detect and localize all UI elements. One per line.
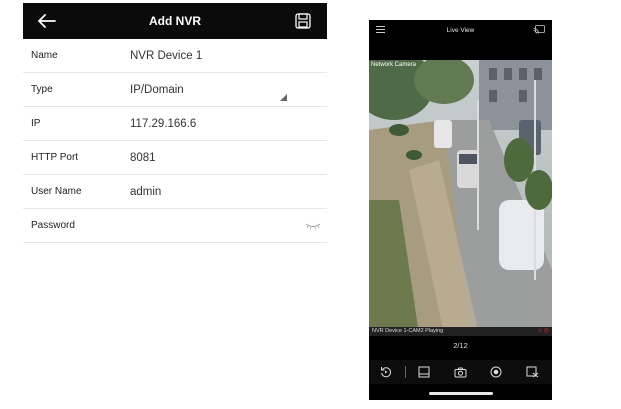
camera-snapshot-icon: [454, 367, 466, 377]
cast-icon[interactable]: [533, 25, 545, 34]
playback-icon: [381, 367, 391, 378]
back-button[interactable]: [33, 10, 61, 32]
type-select[interactable]: IP/Domain: [130, 84, 184, 96]
eye-closed-icon[interactable]: [305, 221, 321, 231]
save-floppy-icon: [295, 13, 311, 29]
playback-status-bar: NVR Device 1-CAM2 Playing ♫ ◎: [369, 327, 552, 336]
name-row: Name NVR Device 1: [23, 39, 327, 73]
camera-name-overlay: Network Camera: [371, 62, 417, 68]
password-label: Password: [31, 220, 75, 231]
live-view-header: Live View: [369, 20, 552, 40]
camera-video-feed[interactable]: Network Camera: [369, 60, 552, 334]
page-title: Add NVR: [149, 14, 201, 28]
live-view-toolbar: [369, 360, 552, 384]
user-name-field[interactable]: admin: [130, 186, 161, 198]
page-indicator: 2/12: [453, 341, 468, 350]
ip-row: IP 117.29.166.6: [23, 107, 327, 141]
name-field[interactable]: NVR Device 1: [130, 50, 202, 62]
type-row[interactable]: Type IP/Domain: [23, 73, 327, 107]
page: Add NVR Name NVR Device 1 Type IP/Domain…: [0, 0, 621, 409]
snapshot-button[interactable]: [453, 365, 467, 379]
user-name-label: User Name: [31, 186, 82, 197]
http-port-field[interactable]: 8081: [130, 152, 156, 164]
close-stream-button[interactable]: [525, 365, 539, 379]
hamburger-menu-icon[interactable]: [376, 25, 385, 34]
playback-button[interactable]: [379, 365, 393, 379]
http-port-row: HTTP Port 8081: [23, 141, 327, 175]
type-label: Type: [31, 84, 53, 95]
home-indicator[interactable]: [429, 392, 493, 395]
http-port-label: HTTP Port: [31, 152, 79, 163]
ip-field[interactable]: 117.29.166.6: [130, 118, 196, 130]
audio-off-icon[interactable]: ♫ ◎: [538, 327, 549, 334]
layout-button[interactable]: [417, 365, 431, 379]
ip-label: IP: [31, 118, 41, 129]
toolbar-divider: [405, 366, 406, 378]
save-button[interactable]: [293, 10, 313, 32]
name-label: Name: [31, 50, 58, 61]
dropdown-triangle-icon[interactable]: [280, 94, 287, 101]
live-view-screen: Live View Network Camera NVR Device 1-CA…: [369, 20, 552, 400]
layout-icon: [418, 366, 430, 378]
back-arrow-icon: [38, 14, 56, 28]
add-nvr-header: Add NVR: [23, 3, 327, 39]
playback-status-text: NVR Device 1-CAM2 Playing: [372, 328, 444, 334]
record-button[interactable]: [489, 365, 503, 379]
user-name-row: User Name admin: [23, 175, 327, 209]
live-view-title: Live View: [446, 26, 475, 34]
record-icon: [490, 366, 502, 378]
street-scene-image: [369, 60, 552, 334]
password-row: Password: [23, 209, 327, 243]
add-nvr-screen: Add NVR Name NVR Device 1 Type IP/Domain…: [23, 3, 327, 403]
close-stream-icon: [526, 366, 538, 378]
